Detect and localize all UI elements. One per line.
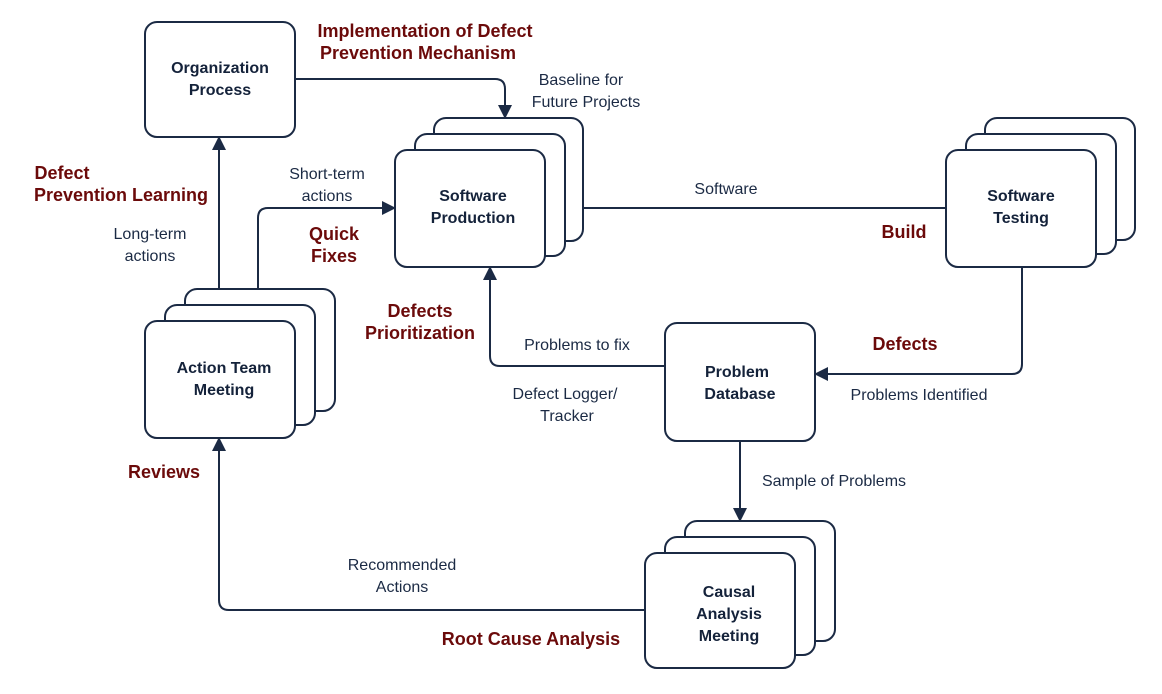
svg-text:Problem: Problem [705,364,769,381]
stage-reviews: Reviews [128,462,200,482]
stage-root-cause-analysis: Root Cause Analysis [442,629,620,649]
label-baseline: Future Projects [532,94,640,111]
edge-testing-to-database [814,267,1023,381]
svg-text:Production: Production [431,210,515,227]
node-action-team-meeting: Action Team Meeting [144,288,336,439]
stage-implementation: Implementation of Defect [317,21,532,41]
label-recommended-actions: Recommended [348,557,457,574]
node-problem-database: Problem Database [664,322,816,442]
stage-quick-fixes: Fixes [311,246,357,266]
svg-text:Meeting: Meeting [194,382,254,399]
stage-learning: Prevention Learning [34,185,208,205]
node-causal-analysis-meeting: Causal Analysis Meeting [644,520,836,669]
stage-learning: Defect [34,163,89,183]
label-long-term: Long-term [114,226,187,243]
label-long-term: actions [125,248,176,265]
svg-text:Action Team: Action Team [177,360,272,377]
svg-text:Meeting: Meeting [699,628,759,645]
label-defect-logger: Tracker [540,408,594,425]
svg-text:Software: Software [987,188,1055,205]
label-problems-to-fix: Problems to fix [524,337,630,354]
svg-text:Organization: Organization [171,60,269,77]
stage-implementation: Prevention Mechanism [320,43,516,63]
node-organization-process: Organization Process [144,21,296,138]
stage-prioritization: Defects [387,301,452,321]
label-short-term: Short-term [289,166,365,183]
svg-text:Process: Process [189,82,251,99]
label-defect-logger: Defect Logger/ [513,386,619,403]
stage-defects: Defects [872,334,937,354]
node-software-production: Software Production [394,117,584,268]
label-baseline: Baseline for [539,72,624,89]
edge-org-to-production [295,78,512,119]
defect-prevention-diagram: Organization Process Software Production… [34,21,1136,669]
label-sample-of-problems: Sample of Problems [762,473,906,490]
stage-prioritization: Prioritization [365,323,475,343]
node-software-testing: Software Testing [945,117,1136,268]
svg-text:Software: Software [439,188,507,205]
label-short-term: actions [302,188,353,205]
label-problems-identified: Problems Identified [851,387,988,404]
stage-build: Build [882,222,927,242]
label-recommended-actions: Actions [376,579,428,596]
svg-text:Testing: Testing [993,210,1049,227]
edge-recommended-actions [212,437,645,611]
svg-text:Database: Database [704,386,775,403]
stage-quick-fixes: Quick [309,224,360,244]
label-software: Software [694,181,757,198]
svg-text:Causal: Causal [703,584,755,601]
svg-text:Analysis: Analysis [696,606,762,623]
